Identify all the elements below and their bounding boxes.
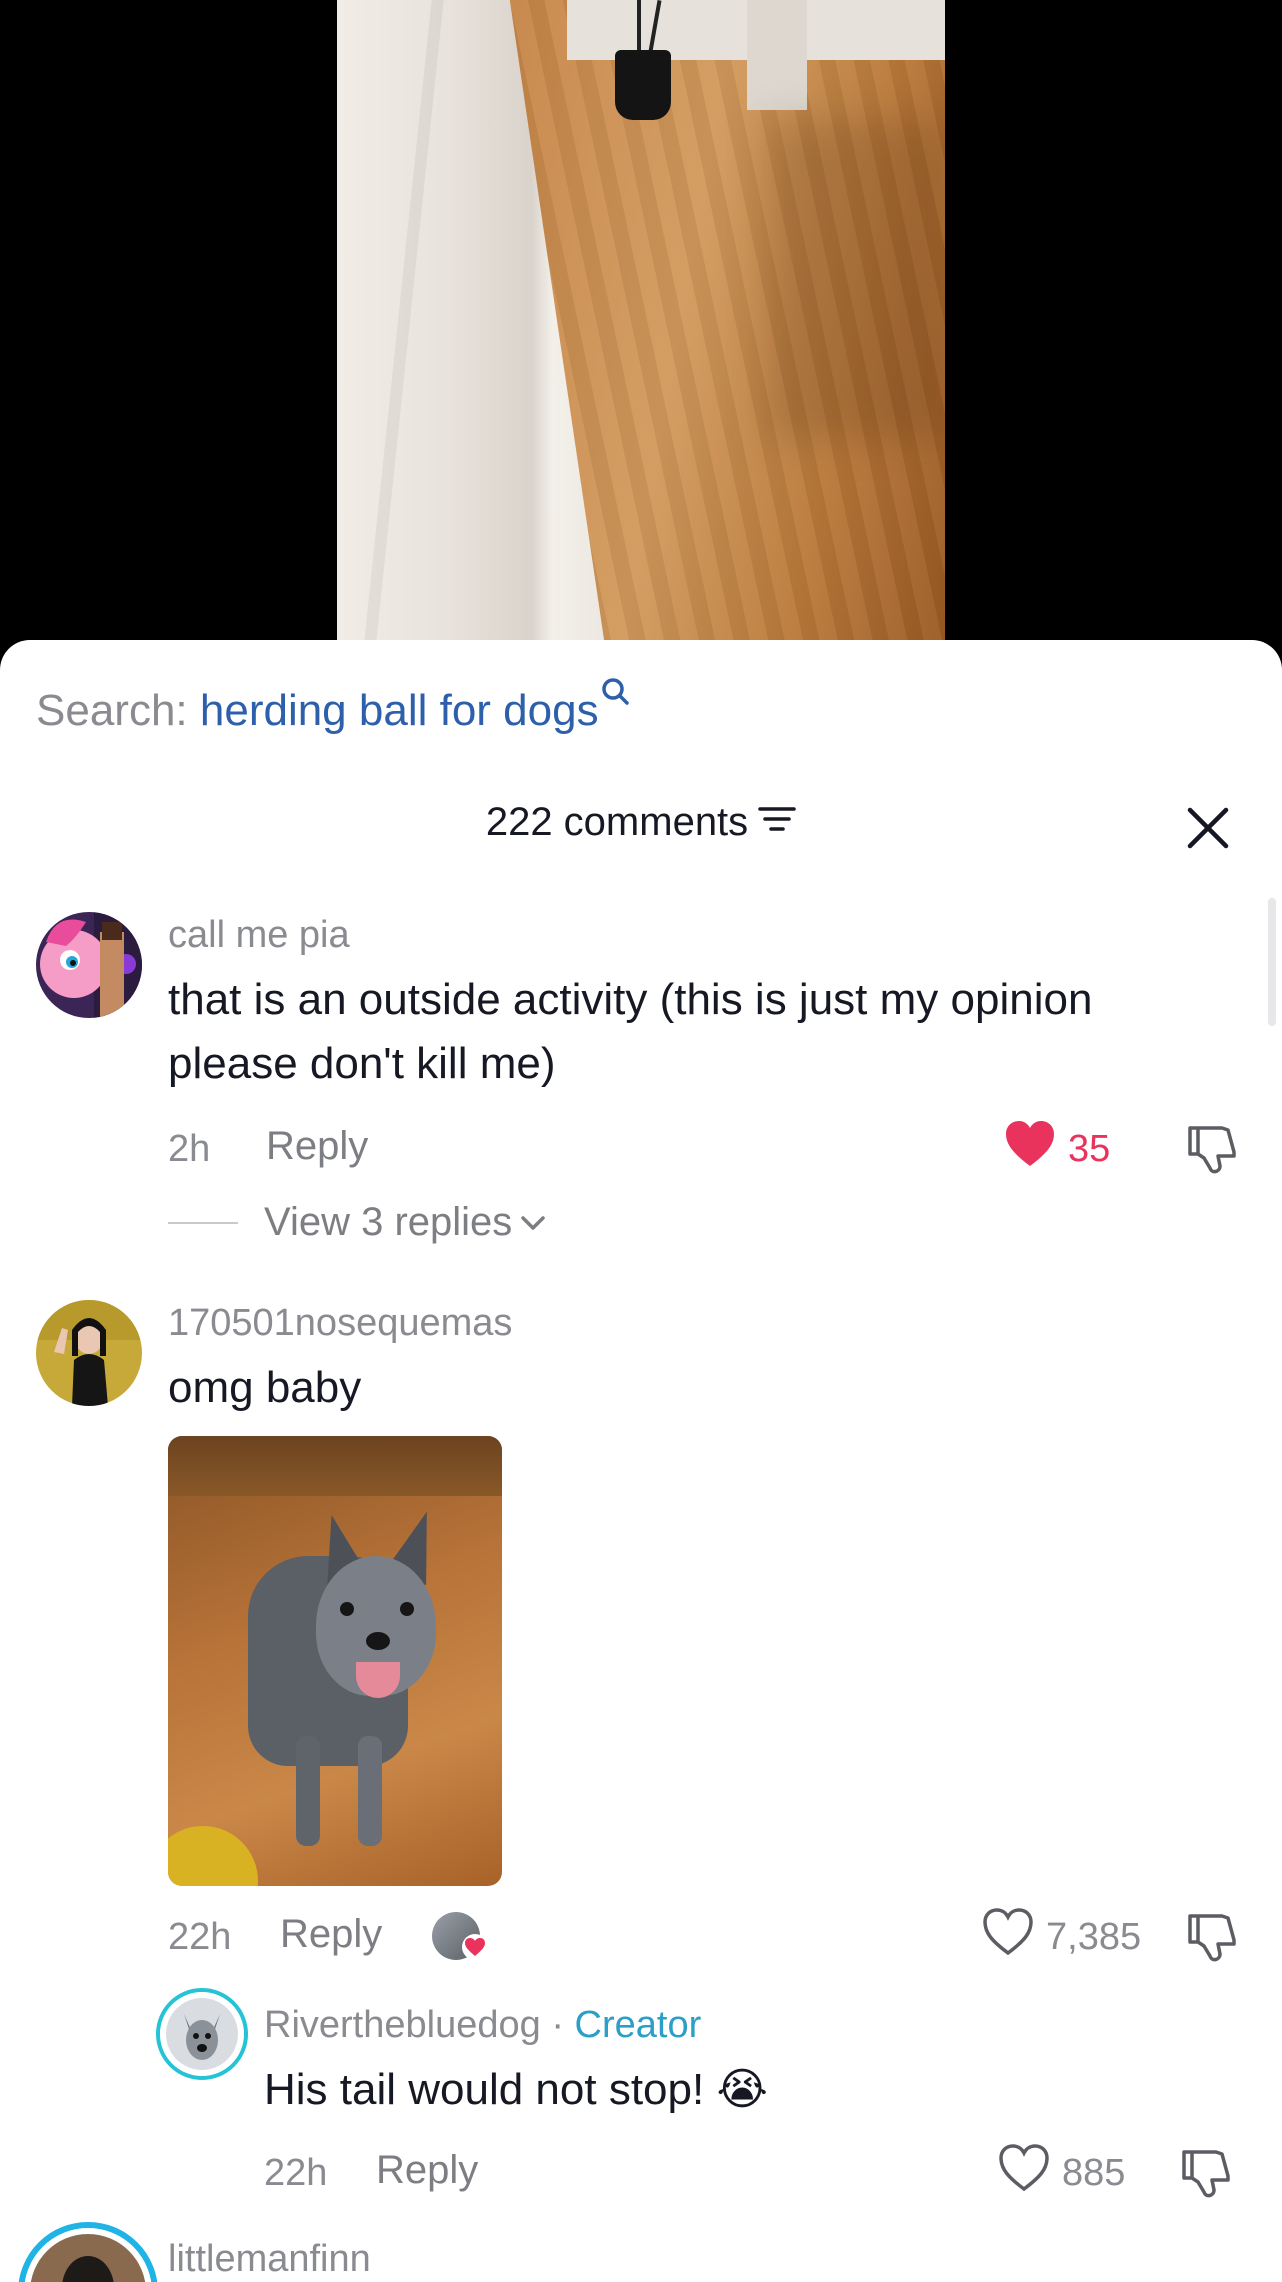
reply-text: His tail would not stop! 😭 — [264, 2065, 768, 2114]
scrollbar[interactable] — [1268, 898, 1276, 1026]
photo-background — [168, 1436, 502, 1496]
comment-text: that is an outside activity (this is jus… — [168, 975, 1093, 1088]
avatar[interactable] — [36, 912, 142, 1018]
dog-eye — [340, 1602, 354, 1616]
view-replies-button[interactable]: View 3 replies — [168, 1200, 546, 1245]
comment-count: 222 comments — [485, 800, 749, 844]
dislike-icon[interactable] — [1184, 1908, 1240, 1964]
search-term[interactable]: herding ball for dogs — [200, 686, 599, 735]
like-count: 885 — [1062, 2151, 1126, 2194]
like-count: 7,385 — [1046, 1915, 1142, 1958]
reply-time: 22h — [264, 2152, 328, 2194]
video-player[interactable] — [0, 0, 1282, 660]
dislike-icon[interactable] — [1178, 2144, 1234, 2200]
chevron-down-icon — [520, 1214, 546, 1232]
ball — [168, 1826, 258, 1886]
dog-nose — [366, 1632, 390, 1650]
reply-button[interactable]: Reply — [266, 1124, 368, 1169]
reply-username[interactable]: Riverthebluedog · Creator — [264, 2004, 701, 2047]
comment-image[interactable] — [168, 1436, 502, 1886]
comment-time: 2h — [168, 1128, 211, 1170]
search-prefix: Search: — [36, 686, 188, 735]
view-replies-label: View 3 replies — [264, 1200, 513, 1244]
comment-username[interactable]: 170501nosequemas — [168, 1302, 512, 1345]
comment-time: 22h — [168, 1916, 232, 1958]
separator: · — [551, 2004, 564, 2046]
like-button[interactable]: 885 — [998, 2144, 1125, 2202]
comment-text: omg baby — [168, 1363, 362, 1412]
divider — [168, 1221, 238, 1224]
avatar[interactable] — [36, 1300, 142, 1406]
search-icon[interactable] — [601, 672, 631, 708]
like-button[interactable]: 35 — [1004, 1120, 1110, 1178]
heart-outline-icon — [982, 1908, 1034, 1966]
video-frame[interactable] — [337, 0, 945, 660]
avatar[interactable] — [18, 2222, 158, 2282]
plant-pot — [615, 50, 671, 120]
filter-icon[interactable] — [758, 800, 796, 845]
dislike-icon[interactable] — [1184, 1120, 1240, 1176]
heart-filled-icon — [1004, 1120, 1056, 1178]
reply-username-text[interactable]: Riverthebluedog — [264, 2004, 541, 2046]
reply-button[interactable]: Reply — [280, 1912, 382, 1957]
comments-sheet: Search: herding ball for dogs 222 commen… — [0, 640, 1282, 2282]
heart-filled-icon — [462, 1934, 488, 1960]
like-count: 35 — [1068, 1127, 1111, 1170]
dog-eye — [400, 1602, 414, 1616]
dog-leg — [358, 1736, 382, 1846]
like-button[interactable]: 7,385 — [982, 1908, 1141, 1966]
comment-username[interactable]: call me pia — [168, 914, 350, 957]
dog-leg — [296, 1736, 320, 1846]
doorway — [747, 0, 807, 110]
heart-outline-icon — [998, 2144, 1050, 2202]
floor-shadow — [767, 120, 945, 440]
search-suggestion[interactable]: Search: herding ball for dogs — [36, 678, 631, 736]
close-icon[interactable] — [1186, 806, 1230, 850]
comments-header: 222 comments — [0, 800, 1282, 845]
reply-button[interactable]: Reply — [376, 2148, 478, 2193]
creator-badge: Creator — [574, 2004, 702, 2046]
avatar[interactable] — [156, 1988, 248, 2080]
comment-username[interactable]: littlemanfinn — [168, 2238, 371, 2281]
